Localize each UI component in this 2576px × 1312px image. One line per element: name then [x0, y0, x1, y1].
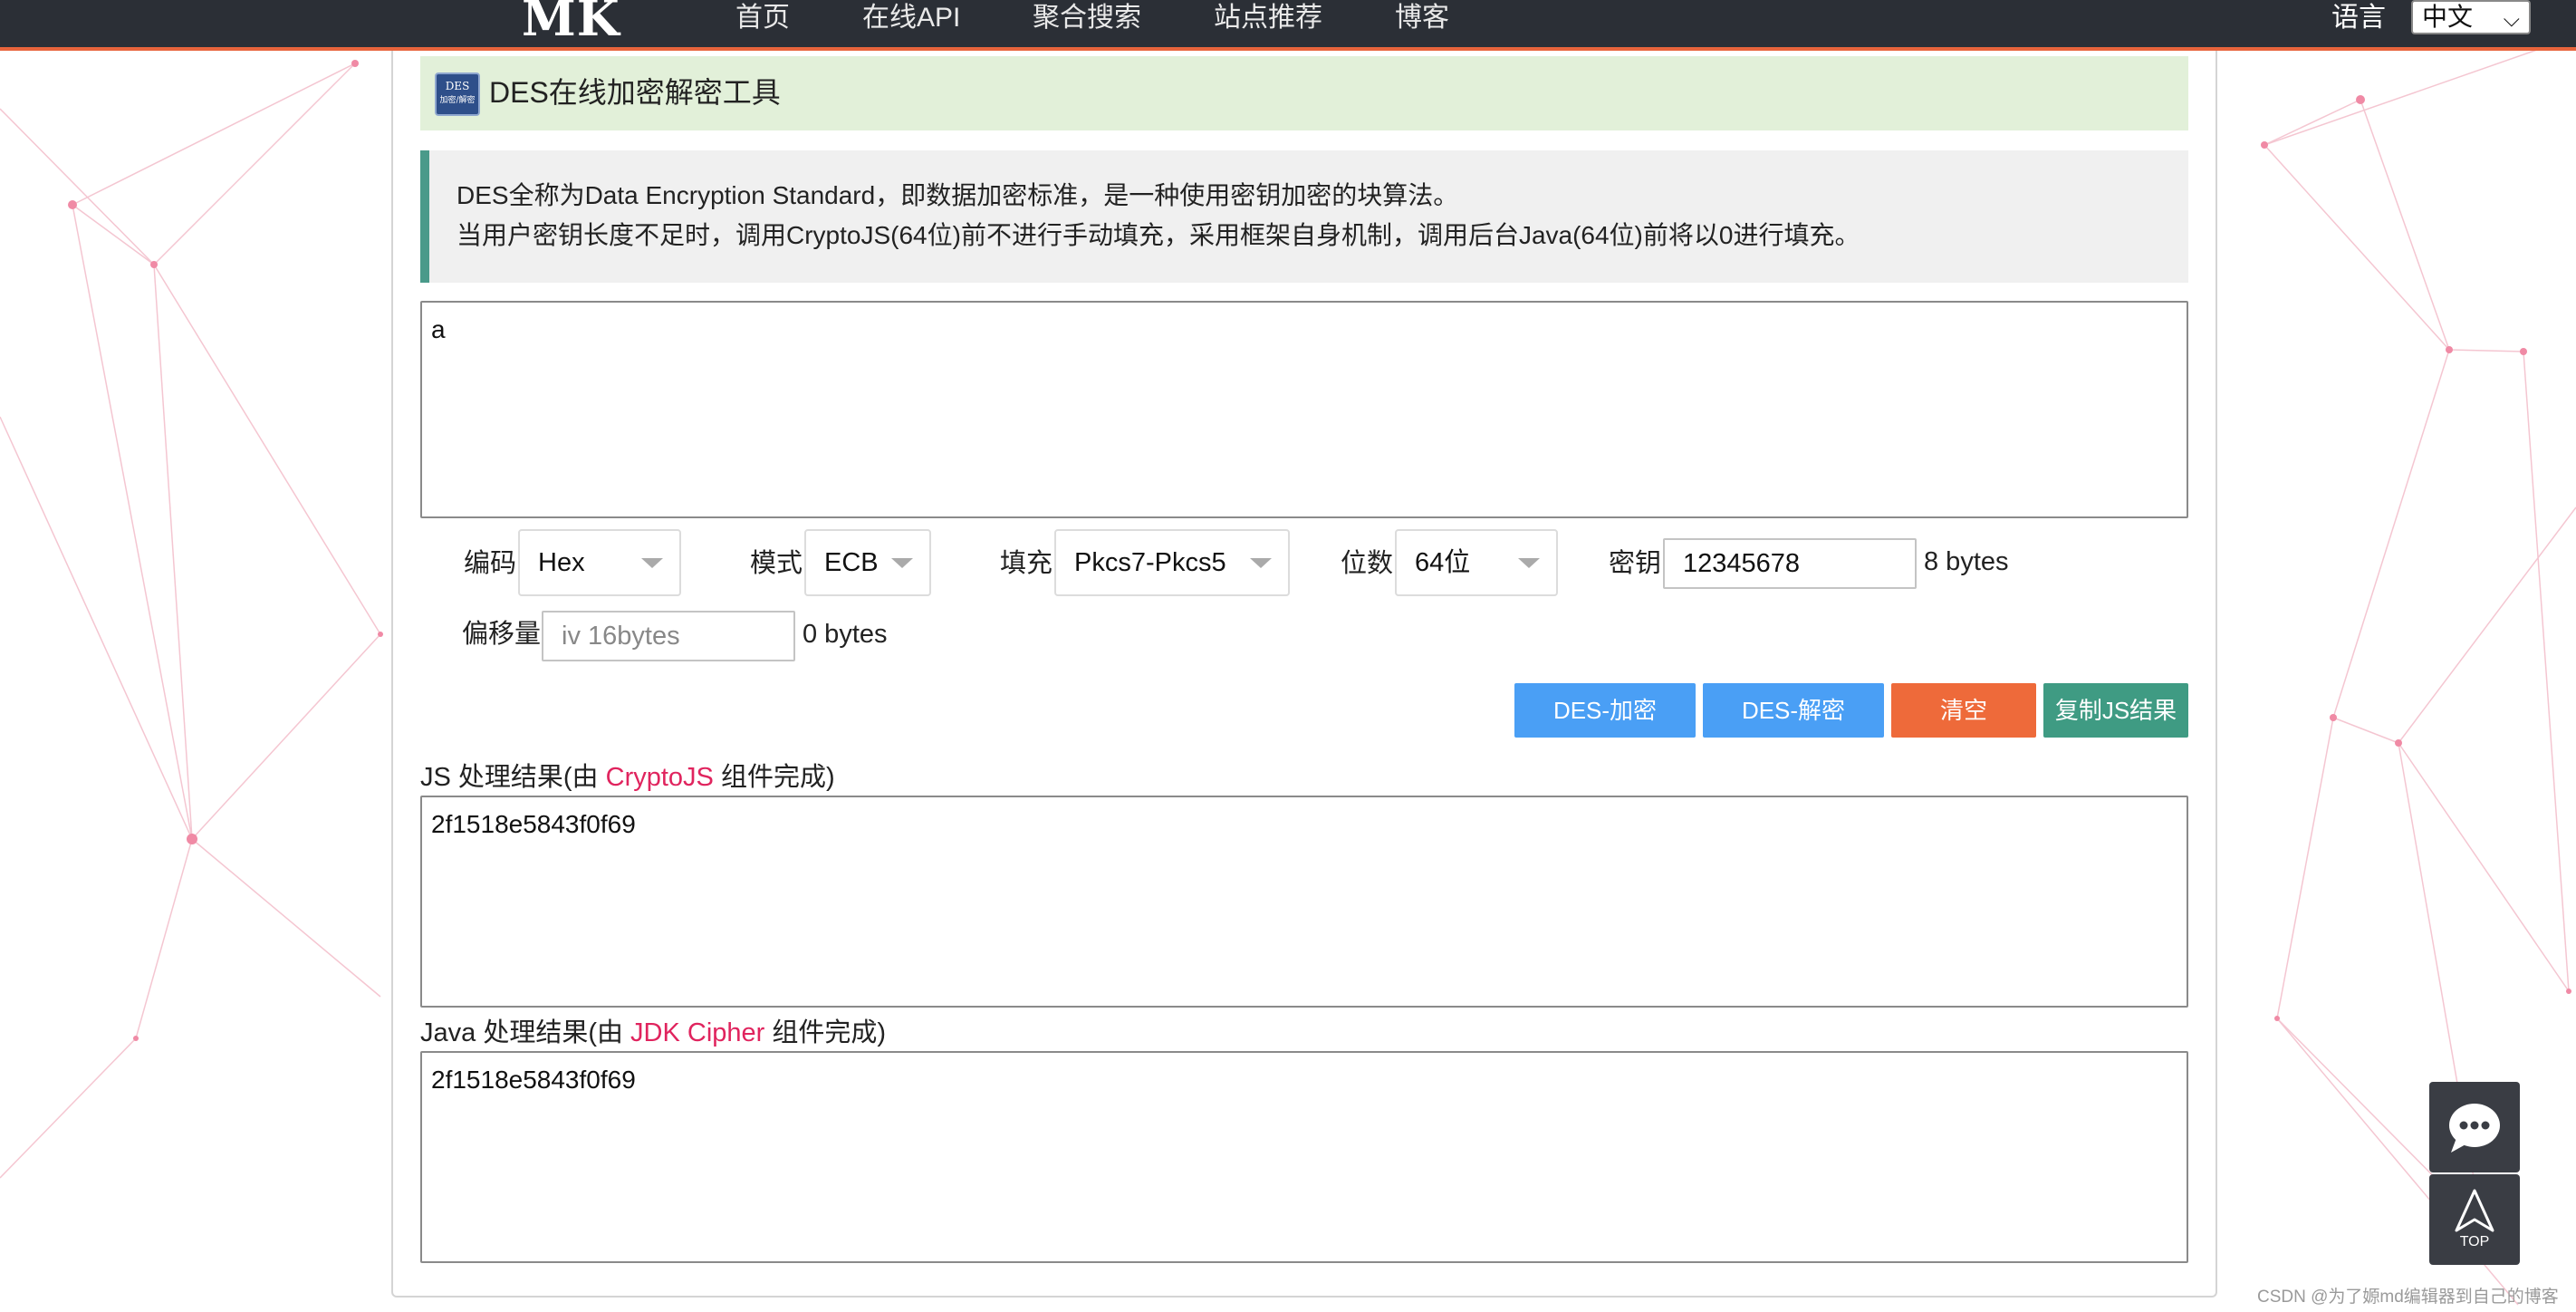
chevron-down-icon: ⌵ — [2503, 7, 2520, 32]
back-to-top-button[interactable]: TOP — [2429, 1174, 2520, 1265]
key-label: 密钥 — [1609, 549, 1662, 578]
caret-down-icon — [641, 558, 663, 568]
language-select[interactable]: 中文 ⌵ — [2411, 0, 2531, 34]
key-input[interactable]: 12345678 — [1663, 538, 1917, 589]
site-logo[interactable]: MK — [522, 0, 620, 47]
nav-item-search[interactable]: 聚合搜索 — [1033, 0, 1141, 36]
decrypt-button[interactable]: DES-解密 — [1703, 683, 1884, 738]
chat-bubble-icon — [2449, 1104, 2500, 1153]
chat-button[interactable] — [2429, 1082, 2520, 1172]
js-result-label: JS 处理结果(由 CryptoJS 组件完成) — [420, 763, 835, 792]
iv-input[interactable]: iv 16bytes — [542, 611, 795, 661]
page-title: DES在线加密解密工具 — [489, 76, 781, 109]
java-result-output[interactable]: 2f1518e5843f0f69 — [420, 1051, 2188, 1263]
watermark-text: CSDN @为了嫄md编辑器到自己的博客 — [2257, 1288, 2559, 1307]
cryptojs-link: CryptoJS — [605, 763, 714, 792]
caret-down-icon — [1250, 558, 1272, 568]
nav-item-blog[interactable]: 博客 — [1395, 0, 1449, 36]
key-bytes-count: 8 bytes — [1924, 547, 2009, 576]
padding-label: 填充 — [1000, 549, 1053, 578]
padding-select[interactable]: Pkcs7-Pkcs5 — [1054, 529, 1290, 596]
bits-label: 位数 — [1341, 549, 1394, 578]
mode-label: 模式 — [750, 549, 803, 578]
back-to-top-label: TOP — [2459, 1234, 2490, 1249]
iv-bytes-count: 0 bytes — [803, 620, 888, 649]
java-result-label: Java 处理结果(由 JDK Cipher 组件完成) — [420, 1018, 887, 1047]
top-navbar: MK 首页 在线API 聚合搜索 站点推荐 博客 语言 中文 ⌵ — [0, 0, 2576, 51]
description-line-2: 当用户密钥长度不足时，调用CryptoJS(64位)前不进行手动填充，采用框架自… — [457, 221, 1860, 249]
caret-down-icon — [891, 558, 913, 568]
description-box: DES全称为Data Encryption Standard，即数据加密标准，是… — [420, 150, 2188, 283]
mode-select[interactable]: ECB — [804, 529, 931, 596]
tool-title-bar: DES 加密/解密 DES在线加密解密工具 — [420, 56, 2188, 130]
des-logo-icon: DES 加密/解密 — [435, 72, 480, 116]
encoding-label: 编码 — [464, 549, 517, 578]
description-line-1: DES全称为Data Encryption Standard，即数据加密标准，是… — [457, 181, 1459, 209]
bits-select[interactable]: 64位 — [1395, 529, 1558, 596]
clear-button[interactable]: 清空 — [1891, 683, 2036, 738]
iv-label: 偏移量 — [462, 620, 542, 649]
encrypt-button[interactable]: DES-加密 — [1514, 683, 1696, 738]
js-result-output[interactable]: 2f1518e5843f0f69 — [420, 796, 2188, 1008]
copy-js-result-button[interactable]: 复制JS结果 — [2043, 683, 2188, 738]
language-label: 语言 — [2331, 3, 2386, 33]
encoding-select[interactable]: Hex — [518, 529, 681, 596]
nav-item-sites[interactable]: 站点推荐 — [1214, 0, 1322, 36]
nav-item-home[interactable]: 首页 — [735, 0, 790, 36]
language-select-value: 中文 — [2422, 3, 2474, 31]
plaintext-input[interactable]: a — [420, 301, 2188, 518]
caret-down-icon — [1518, 558, 1540, 568]
jdk-cipher-link: JDK Cipher — [630, 1018, 765, 1047]
nav-item-api[interactable]: 在线API — [862, 0, 960, 36]
